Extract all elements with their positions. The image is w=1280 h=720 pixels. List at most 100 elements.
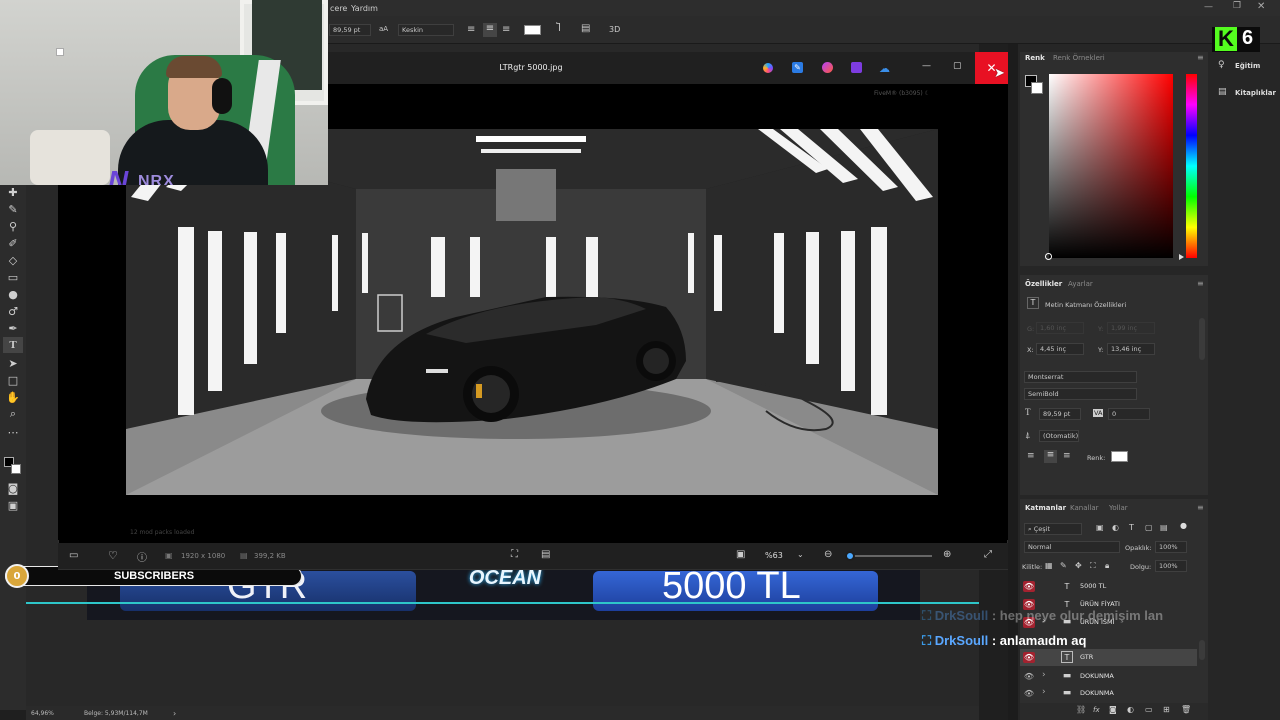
brush-tool-icon[interactable]: ✎ xyxy=(3,201,23,217)
fit-view-icon[interactable]: ▣ xyxy=(736,549,745,560)
filter-adjustment-icon[interactable]: ◐ xyxy=(1112,523,1119,532)
properties-scrollbar[interactable] xyxy=(1199,318,1205,360)
layer-row[interactable]: 👁︎ › ▬ DOKUNMA xyxy=(1020,685,1197,702)
3d-button[interactable]: 3D xyxy=(609,25,620,34)
layer-row[interactable]: 👁︎ T 5000 TL xyxy=(1020,578,1197,595)
libraries-label[interactable]: Kitaplıklar xyxy=(1235,89,1276,97)
delete-layer-icon[interactable]: 🗑︎ xyxy=(1181,705,1191,714)
zoom-slider-track[interactable] xyxy=(846,555,932,557)
fx-button[interactable]: fx xyxy=(1093,706,1100,714)
viewer-maximize-icon[interactable]: ▢ xyxy=(953,61,962,71)
tracking-select[interactable]: 0 xyxy=(1108,408,1150,420)
filmstrip-icon[interactable]: ▭ xyxy=(69,550,78,561)
copilot-icon[interactable] xyxy=(763,63,773,73)
type-tool-icon[interactable]: T xyxy=(3,337,23,353)
font-style-select[interactable]: SemiBold xyxy=(1024,388,1137,400)
x-field[interactable]: 4,45 inç xyxy=(1036,343,1084,355)
layer-row[interactable]: 👁︎ T GTR xyxy=(1020,649,1197,666)
zoom-dropdown-icon[interactable]: ⌄ xyxy=(797,550,804,559)
layer-visibility-eye-icon[interactable]: 👁︎ xyxy=(1023,652,1035,663)
fill-field[interactable]: 100% xyxy=(1155,560,1187,572)
zoom-in-icon[interactable]: ⊕ xyxy=(943,549,951,560)
color-bg-swatch[interactable] xyxy=(1031,82,1043,94)
gradient-tool-icon[interactable]: ▭ xyxy=(3,269,23,285)
prop-align-left-icon[interactable]: ≡ xyxy=(1027,451,1035,461)
app-restore-icon[interactable]: ❐ xyxy=(1233,1,1241,11)
viewer-minimize-icon[interactable]: — xyxy=(922,61,931,71)
new-group-icon[interactable]: ▭ xyxy=(1145,705,1153,714)
blend-mode-select[interactable]: Normal xyxy=(1024,541,1120,553)
prop-align-center-icon[interactable]: ≡ xyxy=(1044,450,1057,463)
zoom-select[interactable]: %63 xyxy=(765,551,783,560)
align-left-icon[interactable]: ≡ xyxy=(467,24,475,35)
color-field[interactable] xyxy=(1049,74,1173,258)
prop-color-swatch[interactable] xyxy=(1111,451,1128,462)
link-layers-icon[interactable]: ⛓ xyxy=(1076,705,1086,714)
blur-tool-icon[interactable]: ● xyxy=(3,286,23,302)
antialias-select[interactable]: Keskin xyxy=(398,24,454,36)
more-tools-icon[interactable]: ⋯ xyxy=(3,424,23,440)
layers-menu-icon[interactable]: ≡ xyxy=(1197,503,1204,512)
opacity-field[interactable]: 100% xyxy=(1155,541,1187,553)
align-right-icon[interactable]: ≡ xyxy=(502,24,510,35)
quick-mask-icon[interactable]: ◙ xyxy=(3,480,23,496)
libraries-icon[interactable]: ▤ xyxy=(1218,87,1227,97)
tab-swatches[interactable]: Renk Örnekleri xyxy=(1053,54,1105,62)
prop-align-right-icon[interactable]: ≡ xyxy=(1063,451,1071,461)
new-layer-icon[interactable]: ⊞ xyxy=(1163,705,1170,714)
learn-icon[interactable]: ♀ xyxy=(1218,60,1225,70)
group-expand-chevron-icon[interactable]: › xyxy=(1042,670,1046,680)
leading-select[interactable]: (Otomatik) xyxy=(1039,430,1079,442)
filter-smart-icon[interactable]: ▤ xyxy=(1160,523,1168,532)
edit-image-icon[interactable]: ✎ xyxy=(792,62,803,73)
font-size-select[interactable]: 89,59 pt xyxy=(1039,408,1081,420)
lock-artboard-icon[interactable]: ⛶ xyxy=(1090,561,1096,571)
dodge-tool-icon[interactable]: ♂ xyxy=(3,303,23,319)
clipchamp-icon[interactable] xyxy=(851,62,862,73)
onedrive-icon[interactable]: ☁ xyxy=(879,62,890,75)
eraser-tool-icon[interactable]: ◇ xyxy=(3,252,23,268)
pen-tool-icon[interactable]: ✒ xyxy=(3,320,23,336)
spot-heal-tool-icon[interactable]: ✚ xyxy=(3,184,23,200)
layers-scrollbar[interactable] xyxy=(1199,640,1205,660)
filter-shape-icon[interactable]: ▢ xyxy=(1145,523,1153,532)
info-icon[interactable]: ⓘ xyxy=(137,549,147,564)
font-family-select[interactable]: Montserrat xyxy=(1024,371,1137,383)
zoom-out-icon[interactable]: ⊖ xyxy=(824,549,832,560)
warp-text-icon[interactable]: Ⴈ xyxy=(556,23,561,34)
menu-item-cere[interactable]: cere xyxy=(330,4,347,13)
filter-type-icon[interactable]: T xyxy=(1129,523,1134,532)
lock-pixels-icon[interactable]: ▦ xyxy=(1045,561,1053,570)
add-mask-icon[interactable]: ◙ xyxy=(1109,705,1117,714)
menu-item-help[interactable]: Yardım xyxy=(351,4,378,13)
history-brush-icon[interactable]: ✐ xyxy=(3,235,23,251)
new-adjustment-icon[interactable]: ◐ xyxy=(1127,705,1134,714)
layer-visibility-eye-icon[interactable]: 👁︎ xyxy=(1023,688,1035,699)
fullscreen-icon[interactable]: ⤢ xyxy=(984,549,992,560)
align-center-icon[interactable]: ≡ xyxy=(483,23,497,37)
tab-properties[interactable]: Özellikler xyxy=(1025,280,1062,288)
hand-tool-icon[interactable]: ✋ xyxy=(3,389,23,405)
zoom-tool-icon[interactable]: ⌕ xyxy=(3,406,23,422)
shape-tool-icon[interactable]: □ xyxy=(3,372,23,388)
status-menu-arrow[interactable]: › xyxy=(173,709,176,718)
designer-icon[interactable] xyxy=(822,62,833,73)
character-panel-icon[interactable]: ▤ xyxy=(581,23,590,34)
layer-row[interactable]: 👁︎ › ▬ DOKUNMA xyxy=(1020,668,1197,685)
tab-layers[interactable]: Katmanlar xyxy=(1025,504,1066,512)
path-select-tool-icon[interactable]: ➤ xyxy=(3,355,23,371)
filter-pixel-icon[interactable]: ▣ xyxy=(1096,523,1104,532)
font-size-field[interactable]: 89,59 pt xyxy=(329,24,371,36)
y-field[interactable]: 13,46 inç xyxy=(1107,343,1155,355)
slideshow-icon[interactable]: ▤ xyxy=(541,549,550,560)
screen-mode-icon[interactable]: ▣ xyxy=(3,497,23,513)
group-expand-chevron-icon[interactable]: › xyxy=(1042,687,1046,697)
lock-all-icon[interactable]: 🔒︎ xyxy=(1105,561,1109,571)
crop-icon[interactable]: ⛶ xyxy=(511,549,518,560)
layer-filter-select[interactable]: ⌕ Çeşit xyxy=(1024,523,1082,535)
layer-visibility-eye-icon[interactable]: 👁︎ xyxy=(1023,581,1035,592)
favorite-icon[interactable]: ♡ xyxy=(108,549,118,562)
background-color[interactable] xyxy=(11,464,21,474)
tab-paths[interactable]: Yollar xyxy=(1109,504,1128,512)
hue-slider[interactable] xyxy=(1186,74,1197,258)
